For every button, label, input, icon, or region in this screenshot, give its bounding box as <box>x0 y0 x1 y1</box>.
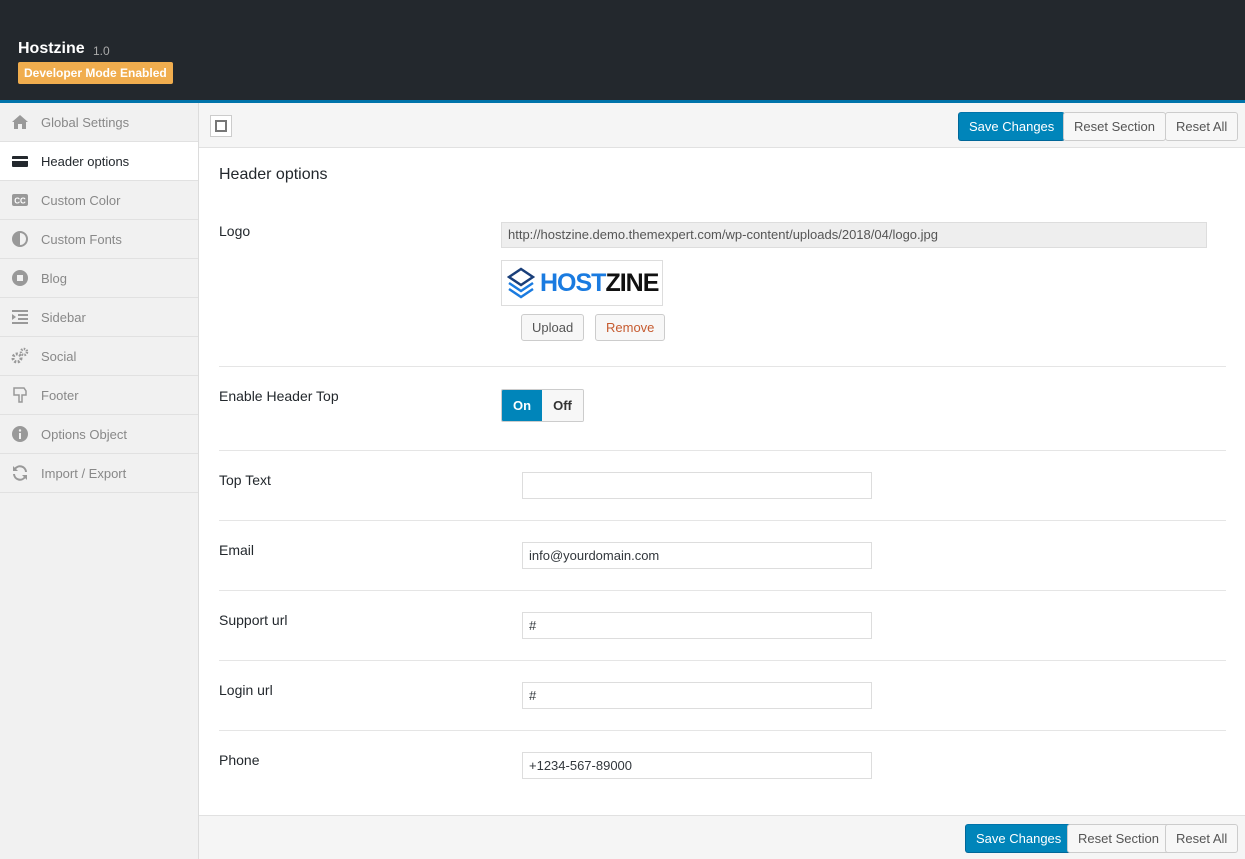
sidebar-item-social[interactable]: Social <box>0 337 198 376</box>
circle-square-icon <box>11 269 29 287</box>
sidebar-item-custom-color[interactable]: CC Custom Color <box>0 181 198 220</box>
login-url-input[interactable] <box>522 682 872 709</box>
top-text-label: Top Text <box>219 472 271 488</box>
logo-url-field[interactable]: http://hostzine.demo.themexpert.com/wp-c… <box>501 222 1207 248</box>
sidebar-item-label: Custom Fonts <box>41 231 122 247</box>
sidebar-item-label: Sidebar <box>41 309 86 325</box>
login-url-label: Login url <box>219 682 273 698</box>
remove-button[interactable]: Remove <box>595 314 666 341</box>
options-panel: Save Changes Reset Section Reset All Hea… <box>199 103 1245 859</box>
refresh-icon <box>11 464 29 482</box>
hand-down-icon <box>11 386 29 404</box>
logo-preview-text: HOSTZINE <box>540 268 659 297</box>
sidebar-item-label: Options Object <box>41 426 127 442</box>
expand-options-button[interactable] <box>210 115 232 137</box>
expand-icon <box>215 120 227 132</box>
sidebar-item-label: Global Settings <box>41 114 130 130</box>
bottom-toolbar: Save Changes Reset Section Reset All <box>199 815 1245 859</box>
save-changes-button[interactable]: Save Changes <box>958 112 1066 141</box>
sidebar-item-custom-fonts[interactable]: Custom Fonts <box>0 220 198 259</box>
support-url-row: Support url <box>219 591 1226 661</box>
phone-input[interactable] <box>522 752 872 779</box>
sidebar-item-import-export[interactable]: Import / Export <box>0 454 198 493</box>
top-toolbar: Save Changes Reset Section Reset All <box>199 103 1245 148</box>
reset-all-button[interactable]: Reset All <box>1165 112 1239 141</box>
phone-row: Phone <box>219 731 1226 801</box>
version-label: 1.0 <box>93 44 110 58</box>
logo-preview: HOSTZINE <box>501 260 663 306</box>
home-icon <box>11 113 29 131</box>
sidebar-item-label: Social <box>41 348 77 364</box>
upload-button[interactable]: Upload <box>521 314 585 341</box>
email-label: Email <box>219 542 255 558</box>
sidebar-item-blog[interactable]: Blog <box>0 259 198 298</box>
gears-icon <box>11 347 29 365</box>
toggle-off-option[interactable]: Off <box>542 390 583 421</box>
credit-card-icon <box>11 152 29 170</box>
sidebar-item-label: Blog <box>41 270 68 286</box>
support-url-label: Support url <box>219 612 288 628</box>
phone-label: Phone <box>219 752 260 768</box>
email-row: Email <box>219 521 1226 591</box>
sidebar-item-sidebar[interactable]: Sidebar <box>0 298 198 337</box>
enable-header-top-row: Enable Header Top <box>219 367 1226 451</box>
hostzine-logo-mark-icon <box>507 267 535 299</box>
support-url-input[interactable] <box>522 612 872 639</box>
header-top-toggle[interactable]: On Off <box>501 389 584 422</box>
developer-mode-badge: Developer Mode Enabled <box>18 62 173 84</box>
sidebar-item-label: Header options <box>41 153 130 169</box>
sidebar: Global Settings Header options CC Custom… <box>0 103 199 859</box>
admin-header: Hostzine 1.0 Developer Mode Enabled <box>0 0 1245 100</box>
section-title: Header options <box>219 166 328 183</box>
email-input[interactable] <box>522 542 872 569</box>
login-url-row: Login url <box>219 661 1226 731</box>
contrast-icon <box>11 230 29 248</box>
sidebar-item-header-options[interactable]: Header options <box>0 142 198 181</box>
top-text-input[interactable] <box>522 472 872 499</box>
sidebar-item-footer[interactable]: Footer <box>0 376 198 415</box>
reset-all-button-bottom[interactable]: Reset All <box>1165 824 1239 853</box>
toggle-on-option[interactable]: On <box>502 390 542 421</box>
info-icon <box>11 425 29 443</box>
sidebar-item-label: Footer <box>41 387 79 403</box>
sidebar-item-label: Import / Export <box>41 465 127 481</box>
cc-icon: CC <box>11 191 29 209</box>
logo-label: Logo <box>219 223 251 239</box>
brand-title: Hostzine <box>18 40 85 57</box>
svg-text:CC: CC <box>14 197 26 206</box>
reset-section-button[interactable]: Reset Section <box>1063 112 1166 141</box>
indent-icon <box>11 308 29 326</box>
top-text-row: Top Text <box>219 451 1226 521</box>
reset-section-button-bottom[interactable]: Reset Section <box>1067 824 1170 853</box>
enable-header-top-label: Enable Header Top <box>219 388 339 404</box>
sidebar-item-global-settings[interactable]: Global Settings <box>0 103 198 142</box>
sidebar-item-options-object[interactable]: Options Object <box>0 415 198 454</box>
save-changes-button-bottom[interactable]: Save Changes <box>965 824 1073 853</box>
sidebar-item-label: Custom Color <box>41 192 121 208</box>
